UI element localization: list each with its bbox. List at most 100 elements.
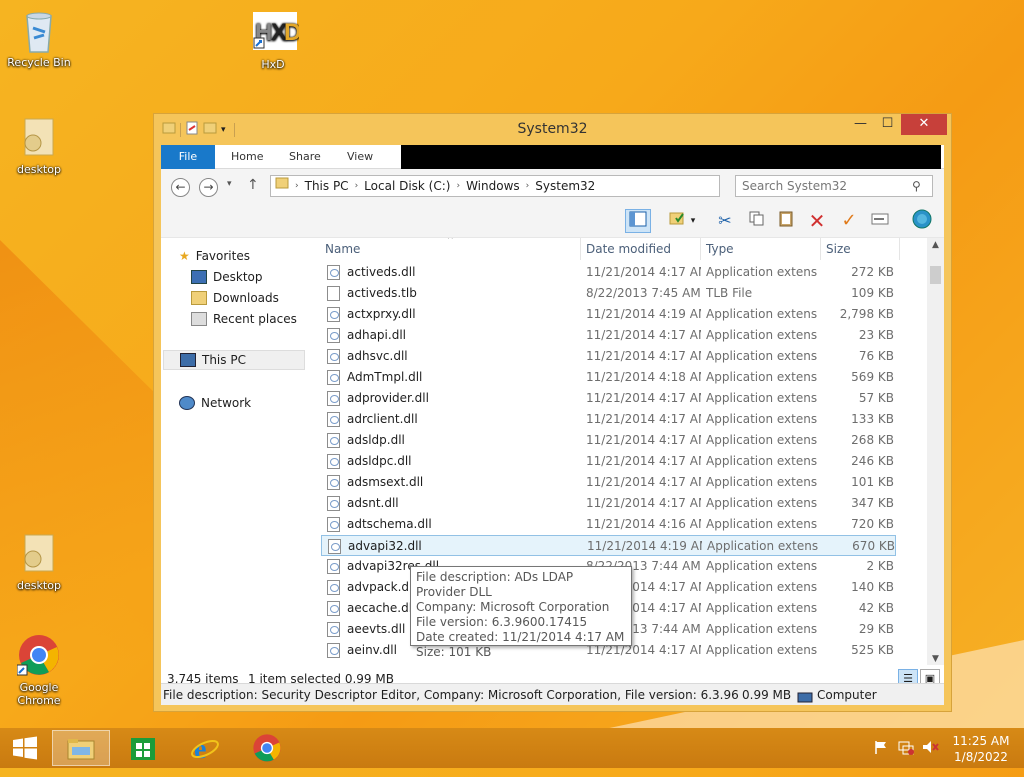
taskbar-file-explorer[interactable] (52, 730, 110, 766)
cell-date: 8/22/2013 7:45 AM (586, 286, 701, 300)
table-row[interactable]: actxprxy.dll 11/21/2014 4:19 AM Applicatio… (321, 304, 896, 325)
minimize-button[interactable]: — (847, 114, 874, 135)
chrome-shortcut[interactable]: Google Chrome (1, 633, 77, 707)
nav-downloads[interactable]: Downloads (191, 288, 279, 308)
table-row[interactable]: adsnt.dll 11/21/2014 4:17 AM Application e… (321, 493, 896, 514)
recycle-bin-shortcut[interactable]: Recycle Bin (1, 8, 77, 69)
clock[interactable]: 11:25 AM 1/8/2022 (951, 733, 1011, 765)
dll-file-icon (327, 349, 340, 364)
table-row[interactable]: advapi32.dll 11/21/2014 4:19 AM Applicatio… (321, 535, 896, 556)
nav-network[interactable]: Network (179, 393, 251, 413)
chevron-down-icon[interactable]: ▾ (687, 209, 699, 233)
paste-icon[interactable] (773, 209, 799, 233)
taskbar-internet-explorer[interactable]: e (176, 730, 234, 766)
delete-icon[interactable]: ✕ (804, 209, 830, 233)
scroll-up-icon[interactable]: ▲ (927, 240, 944, 250)
breadcrumb-this-pc[interactable]: This PC (305, 176, 349, 196)
hxd-shortcut[interactable]: HXD HxD (235, 10, 311, 71)
taskbar-chrome[interactable] (238, 730, 296, 766)
computer-icon (797, 689, 813, 703)
table-row[interactable]: adtschema.dll 11/21/2014 4:16 AM Applicati… (321, 514, 896, 535)
tab-file[interactable]: File (161, 145, 215, 169)
column-size[interactable]: Size (826, 242, 851, 256)
table-row[interactable]: adsldpc.dll 11/21/2014 4:17 AM Application… (321, 451, 896, 472)
cell-size: 76 KB (858, 349, 894, 363)
breadcrumb-system32[interactable]: System32 (535, 176, 595, 196)
tooltip-company: Company: Microsoft Corporation (416, 600, 610, 614)
desktop-icon-label: Recycle Bin (7, 56, 71, 69)
cell-type: Application extens... (706, 559, 818, 573)
dll-file-icon (327, 412, 340, 427)
start-button[interactable] (0, 730, 50, 766)
svg-text:D: D (284, 19, 299, 46)
nav-favorites[interactable]: ★ Favorites (179, 246, 250, 266)
search-input[interactable]: Search System32 (735, 175, 933, 197)
command-toolbar: ▾ ✂ ✕ ✓ (161, 205, 944, 238)
tab-view[interactable]: View (335, 145, 385, 169)
forward-button[interactable]: → (199, 178, 218, 197)
table-row[interactable]: AdmTmpl.dll 11/21/2014 4:18 AM Application… (321, 367, 896, 388)
cell-size: 2 KB (866, 559, 894, 573)
title-bar[interactable]: ▾ System32 — ☐ ✕ (154, 114, 951, 144)
volume-muted-icon[interactable] (921, 739, 939, 758)
vertical-scrollbar[interactable]: ▲ ▼ (927, 238, 944, 666)
cell-date: 11/21/2014 4:17 AM (586, 433, 701, 447)
scroll-thumb[interactable] (930, 266, 941, 284)
cell-type: Application extens... (706, 265, 818, 279)
cell-date: 11/21/2014 4:19 AM (587, 539, 702, 553)
store-icon (131, 738, 155, 760)
cell-name: actxprxy.dll (347, 307, 416, 321)
scroll-down-icon[interactable]: ▼ (927, 654, 944, 664)
dll-file-icon (327, 370, 340, 385)
table-row[interactable]: activeds.tlb 8/22/2013 7:45 AM TLB File 109… (321, 283, 896, 304)
network-status-icon[interactable] (897, 739, 915, 758)
redacted-area (401, 145, 941, 169)
table-row[interactable]: adprovider.dll 11/21/2014 4:17 AM Applicat… (321, 388, 896, 409)
tab-home[interactable]: Home (219, 145, 275, 169)
table-row[interactable]: activeds.dll 11/21/2014 4:17 AM Applicatio… (321, 262, 896, 283)
recent-places-icon (191, 312, 207, 326)
cell-type: Application extens... (706, 643, 818, 657)
maximize-button[interactable]: ☐ (874, 114, 901, 135)
table-row[interactable]: adhapi.dll 11/21/2014 4:17 AM Application … (321, 325, 896, 346)
rename-icon[interactable]: ✓ (836, 209, 862, 233)
dll-file-icon (327, 622, 340, 637)
cell-name: AdmTmpl.dll (347, 370, 423, 384)
dll-file-icon (327, 475, 340, 490)
cell-type: Application extens... (706, 601, 818, 615)
nav-this-pc[interactable]: This PC (163, 350, 305, 370)
column-type[interactable]: Type (706, 242, 734, 256)
cell-name: adrclient.dll (347, 412, 418, 426)
recent-locations-chevron-icon[interactable]: ▾ (227, 179, 232, 189)
copy-icon[interactable] (743, 209, 769, 233)
table-row[interactable]: adrclient.dll 11/21/2014 4:17 AM Applicati… (321, 409, 896, 430)
desktop-folder-shortcut-2[interactable]: desktop (1, 531, 77, 592)
table-row[interactable]: adsmsext.dll 11/21/2014 4:17 AM Applicatio… (321, 472, 896, 493)
nav-recent-places[interactable]: Recent places (191, 309, 297, 329)
properties-icon[interactable] (867, 209, 893, 233)
desktop-folder-shortcut[interactable]: desktop (1, 115, 77, 176)
column-date-modified[interactable]: Date modified (586, 242, 671, 256)
nav-desktop[interactable]: Desktop (191, 267, 263, 287)
preview-pane-button[interactable] (625, 209, 651, 233)
cut-icon[interactable]: ✂ (712, 209, 738, 233)
close-button[interactable]: ✕ (901, 114, 947, 135)
tab-share[interactable]: Share (277, 145, 333, 169)
cell-name: adsldp.dll (347, 433, 405, 447)
taskbar-store[interactable] (114, 730, 172, 766)
computer-icon (180, 353, 196, 367)
column-name[interactable]: Name (325, 242, 360, 256)
back-button[interactable]: ← (171, 178, 190, 197)
cell-type: Application extens... (706, 412, 818, 426)
action-center-flag-icon[interactable] (873, 739, 889, 758)
file-details: File description: Security Descriptor Ed… (163, 688, 738, 702)
breadcrumb-separator-icon: › (354, 181, 359, 191)
table-row[interactable]: adsldp.dll 11/21/2014 4:17 AM Application … (321, 430, 896, 451)
help-icon[interactable] (909, 209, 935, 233)
dll-file-icon (327, 601, 340, 616)
up-button[interactable]: ↑ (247, 177, 259, 193)
breadcrumb-local-disk[interactable]: Local Disk (C:) (364, 176, 450, 196)
table-row[interactable]: adhsvc.dll 11/21/2014 4:17 AM Application … (321, 346, 896, 367)
address-bar[interactable]: › This PC › Local Disk (C:) › Windows › … (270, 175, 824, 197)
breadcrumb-windows[interactable]: Windows (466, 176, 520, 196)
